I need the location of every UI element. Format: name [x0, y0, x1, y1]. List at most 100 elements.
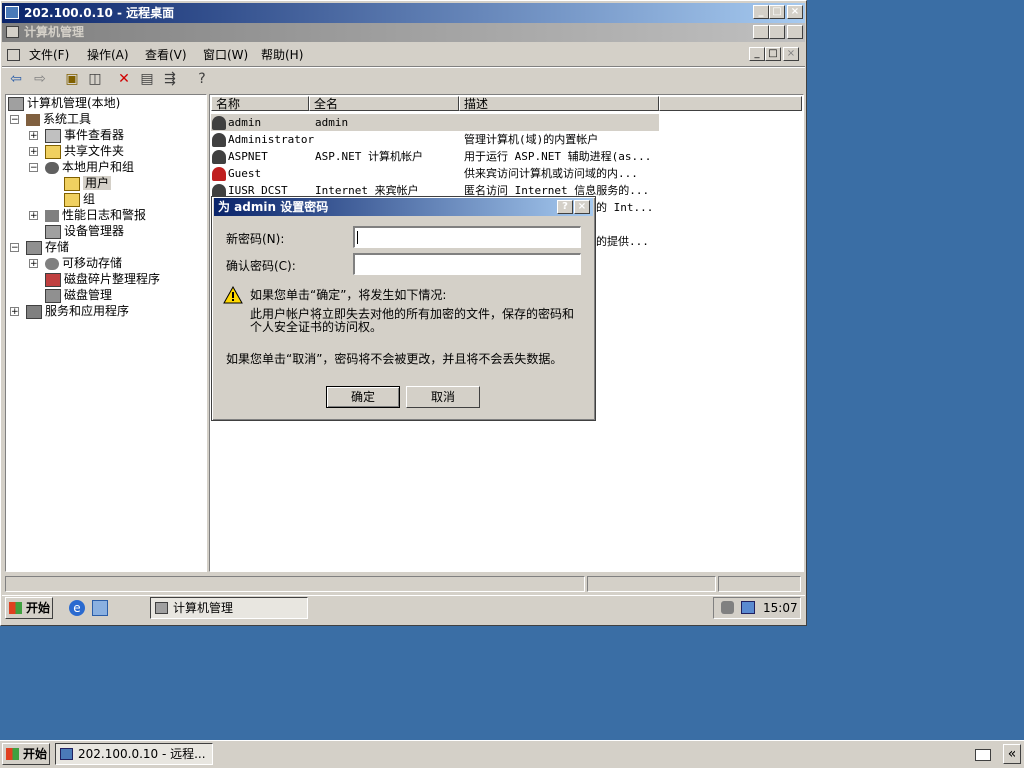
user-icon: [212, 133, 226, 147]
tray-clock[interactable]: 15:07: [763, 601, 798, 615]
column-header-filler: [659, 96, 802, 111]
removable-storage-icon: [45, 257, 59, 270]
maximize-button[interactable]: □: [769, 5, 785, 19]
tree-removable-storage[interactable]: 可移动存储: [45, 255, 122, 271]
user-icon: [212, 150, 226, 164]
menu-file[interactable]: 文件(F): [29, 45, 69, 65]
expand-event-viewer[interactable]: +: [29, 131, 38, 141]
tree-disk-management[interactable]: 磁盘管理: [45, 287, 112, 303]
keyboard-icon[interactable]: [975, 749, 991, 761]
expand-shared-folders[interactable]: +: [29, 147, 38, 157]
quicklaunch-icon[interactable]: [92, 600, 108, 616]
new-password-label: 新密码(N):: [226, 232, 285, 246]
cancel-button[interactable]: 取消: [406, 386, 480, 408]
tree-services-apps[interactable]: 服务和应用程序: [26, 303, 129, 319]
expand-services-apps[interactable]: +: [10, 307, 19, 317]
table-row[interactable]: Administrator: [212, 131, 314, 148]
text-cursor: [357, 231, 358, 244]
table-cell-description: 管理计算机(域)的内置帐户: [464, 133, 599, 146]
mmc-title: 计算机管理: [24, 25, 85, 39]
child-close-button[interactable]: ×: [783, 47, 799, 61]
mmc-close-button[interactable]: ×: [787, 25, 803, 39]
table-cell-description: 用于运行 ASP.NET 辅助进程(as...: [464, 150, 652, 163]
up-folder-icon[interactable]: ▣: [62, 69, 82, 89]
tree-users[interactable]: 用户: [64, 175, 112, 191]
table-row[interactable]: Guest: [212, 165, 261, 182]
status-cell-main: [5, 576, 585, 592]
table-row[interactable]: admin: [212, 114, 261, 131]
tree-root[interactable]: 计算机管理(本地): [8, 95, 120, 111]
child-minimize-button[interactable]: _: [749, 47, 765, 61]
close-button[interactable]: ×: [787, 5, 803, 19]
users-group-icon: [45, 161, 59, 174]
warning-text-3: 个人安全证书的访问权。: [250, 320, 383, 334]
windows-logo-icon: [6, 748, 19, 760]
table-cell-fullname: admin: [315, 116, 349, 129]
tree-perf-logs[interactable]: 性能日志和警报: [45, 207, 146, 223]
user-icon: [212, 116, 226, 130]
remote-desktop-titlebar[interactable]: 202.100.0.10 - 远程桌面 _ □ ×: [2, 3, 805, 23]
computer-icon: [6, 26, 19, 38]
services-icon: [26, 304, 42, 319]
dialog-titlebar[interactable]: 为 admin 设置密码 ? ×: [214, 198, 593, 216]
menu-help[interactable]: 帮助(H): [261, 45, 303, 65]
help-icon[interactable]: ?: [192, 69, 212, 89]
tree-local-users[interactable]: 本地用户和组: [45, 159, 134, 175]
tree-storage[interactable]: 存储: [26, 239, 69, 255]
toolbar-divider: [2, 66, 805, 68]
computer-icon: [8, 96, 24, 111]
tree-shared-folders[interactable]: 共享文件夹: [45, 143, 124, 159]
export-list-icon[interactable]: ⇶: [160, 69, 180, 89]
inner-start-button[interactable]: 开始: [5, 597, 53, 619]
host-start-button[interactable]: 开始: [2, 743, 50, 765]
inner-taskbar: [2, 595, 805, 623]
dialog-title: 为 admin 设置密码: [218, 200, 329, 214]
tree-system-tools[interactable]: 系统工具: [26, 111, 91, 127]
mmc-restore-button[interactable]: □: [769, 25, 785, 39]
warning-text-1: 如果您单击“确定”，将发生如下情况:: [250, 288, 447, 302]
row-selection: [211, 114, 659, 131]
new-password-input[interactable]: [353, 226, 581, 248]
mmc-minimize-button[interactable]: _: [753, 25, 769, 39]
tray-monitor-icon[interactable]: [741, 601, 755, 614]
folder-icon: [64, 192, 80, 207]
mmc-titlebar[interactable]: 计算机管理 _ □ ×: [2, 23, 805, 42]
remote-desktop-icon: [60, 748, 73, 760]
expand-perf-logs[interactable]: +: [29, 211, 38, 221]
tray-network-icon[interactable]: [721, 601, 734, 614]
back-arrow-icon[interactable]: ⇦: [6, 69, 26, 89]
tree-event-viewer[interactable]: 事件查看器: [45, 127, 124, 143]
tree-device-manager[interactable]: 设备管理器: [45, 223, 124, 239]
remote-desktop-icon: [5, 6, 19, 19]
table-cell-fullname: ASP.NET 计算机帐户: [315, 150, 423, 163]
tree-defrag[interactable]: 磁盘碎片整理程序: [45, 271, 160, 287]
collapse-local-users[interactable]: −: [29, 163, 38, 173]
dialog-close-button[interactable]: ×: [574, 200, 590, 214]
menu-view[interactable]: 查看(V): [145, 45, 187, 65]
column-header-name[interactable]: 名称: [211, 96, 309, 111]
collapse-system-tools[interactable]: −: [10, 115, 19, 125]
forward-arrow-icon[interactable]: ⇨: [30, 69, 50, 89]
table-row[interactable]: ASPNET: [212, 148, 268, 165]
tree-groups[interactable]: 组: [64, 191, 95, 207]
expand-removable-storage[interactable]: +: [29, 259, 38, 269]
collapse-storage[interactable]: −: [10, 243, 19, 253]
ie-icon[interactable]: e: [69, 600, 85, 616]
menu-window[interactable]: 窗口(W): [203, 45, 248, 65]
confirm-password-input[interactable]: [353, 253, 581, 275]
show-tree-icon[interactable]: ◫: [85, 69, 105, 89]
dialog-help-button[interactable]: ?: [557, 200, 573, 214]
host-task-button[interactable]: 202.100.0.10 - 远程...: [55, 743, 213, 765]
column-header-description[interactable]: 描述: [459, 96, 659, 111]
minimize-button[interactable]: _: [753, 5, 769, 19]
properties-icon[interactable]: ▤: [137, 69, 157, 89]
tools-icon: [26, 113, 40, 126]
child-restore-button[interactable]: □: [765, 47, 781, 61]
menu-action[interactable]: 操作(A): [87, 45, 129, 65]
column-header-fullname[interactable]: 全名: [309, 96, 459, 111]
tray-chevron-button[interactable]: «: [1003, 744, 1021, 764]
cancel-note-text: 如果您单击“取消”，密码将不会被更改，并且将不会丢失数据。: [226, 352, 563, 366]
inner-task-button[interactable]: 计算机管理: [150, 597, 308, 619]
delete-icon[interactable]: ✕: [114, 69, 134, 89]
ok-button[interactable]: 确定: [326, 386, 400, 408]
